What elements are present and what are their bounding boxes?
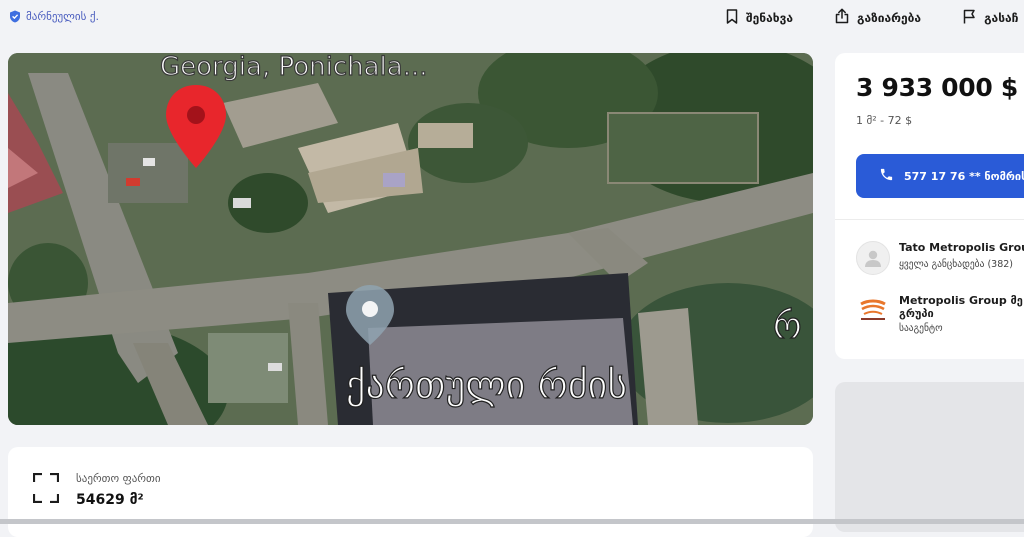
save-button[interactable]: შენახვა bbox=[726, 8, 793, 27]
area-value: 54629 მ² bbox=[76, 492, 144, 508]
side-placeholder bbox=[835, 382, 1024, 532]
agency-name-line2: გრუპი bbox=[899, 307, 934, 320]
flag-icon bbox=[963, 9, 976, 27]
top-bar: მარნეულის ქ. შენახვა გაზიარება გასაჩ bbox=[0, 0, 1024, 40]
map-image[interactable]: Georgia, Ponichala... ქართული რძის რ bbox=[8, 53, 813, 425]
share-icon bbox=[835, 8, 849, 27]
horizontal-scrollbar[interactable] bbox=[0, 519, 1024, 524]
map-label-right: რ bbox=[773, 306, 802, 347]
map-label-top: Georgia, Ponichala... bbox=[160, 53, 428, 82]
location-link[interactable]: მარნეულის ქ. bbox=[9, 10, 99, 23]
show-phone-button[interactable]: 577 17 76 ** ნომრის bbox=[856, 154, 1024, 198]
divider bbox=[835, 219, 1024, 220]
map-label-bottom: ქართული რძის bbox=[346, 363, 627, 407]
report-button[interactable]: გასაჩ bbox=[963, 9, 1018, 27]
area-label: საერთო ფართი bbox=[76, 472, 161, 485]
agency-name-line1: Metropolis Group მე bbox=[899, 294, 1023, 307]
share-label: გაზიარება bbox=[857, 10, 922, 25]
report-label: გასაჩ bbox=[984, 10, 1019, 25]
price-card: 3 933 000 $ 1 მ² - 72 $ 577 17 76 ** ნომ… bbox=[835, 53, 1024, 359]
listing-price: 3 933 000 $ bbox=[856, 73, 1018, 102]
phone-number: 577 17 76 ** ნომრის bbox=[904, 169, 1024, 183]
save-label: შენახვა bbox=[746, 10, 793, 25]
agency-type: სააგენტო bbox=[899, 323, 943, 334]
verified-location-icon bbox=[9, 10, 21, 23]
agent-profile-link[interactable]: Tato Metropolis Group ყველა განცხადება (… bbox=[856, 241, 1024, 275]
agency-profile-link[interactable]: Metropolis Group მე გრუპი სააგენტო bbox=[856, 294, 1023, 334]
share-button[interactable]: გაზიარება bbox=[835, 8, 921, 27]
phone-icon bbox=[879, 167, 894, 185]
user-icon bbox=[865, 250, 881, 267]
unit-price: 1 მ² - 72 $ bbox=[856, 114, 913, 127]
listing-actions: შენახვა გაზიარება გასაჩ bbox=[726, 8, 1018, 27]
area-frame-icon bbox=[32, 472, 60, 507]
bookmark-icon bbox=[726, 8, 738, 27]
avatar bbox=[856, 241, 890, 275]
location-text: მარნეულის ქ. bbox=[26, 10, 99, 23]
all-listings-link[interactable]: ყველა განცხადება (382) bbox=[899, 259, 1024, 270]
agent-name: Tato Metropolis Group bbox=[899, 241, 1024, 254]
agency-logo bbox=[856, 294, 890, 328]
